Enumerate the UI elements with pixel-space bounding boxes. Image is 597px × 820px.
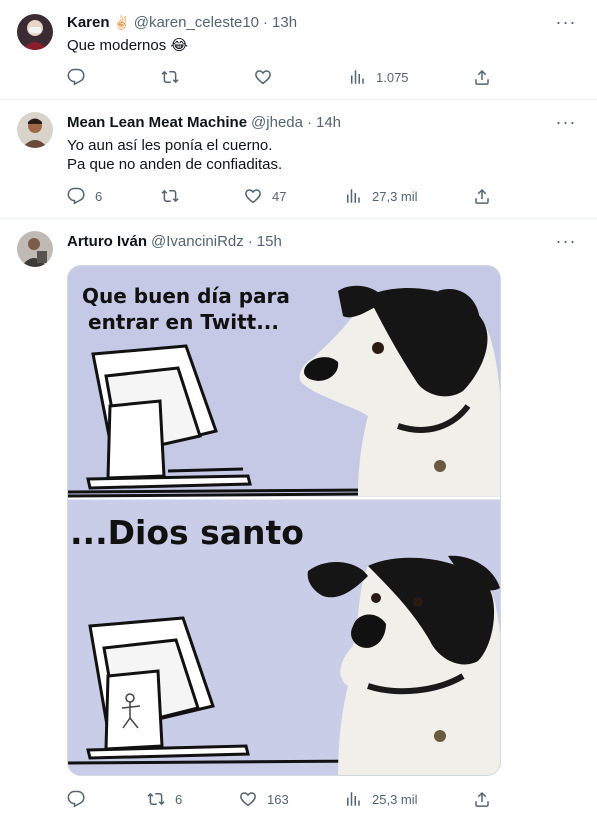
reply-button[interactable] <box>67 67 95 87</box>
retweet-count: 6 <box>175 791 183 807</box>
meme-image[interactable]: Que buen día para entrar en Twitt... ...… <box>67 265 501 776</box>
views-button[interactable]: 27,3 mil <box>344 186 418 206</box>
reply-count: 6 <box>95 188 103 204</box>
action-bar: 6 163 25,3 mil <box>67 789 497 809</box>
tweet-jheda[interactable]: Mean Lean Meat Machine @jheda · 14h ··· … <box>0 100 597 219</box>
name-emoji: ✌🏻 <box>113 15 130 30</box>
tweet-text: Yo aun así les ponía el cuerno. Pa que n… <box>67 136 282 174</box>
timestamp[interactable]: 13h <box>272 14 297 32</box>
tweet-header: Karen ✌🏻 @karen_celeste10 · 13h <box>67 14 297 32</box>
meme-top-text: Que buen día para entrar en Twitt... <box>82 283 322 335</box>
tweet-karen[interactable]: Karen ✌🏻 @karen_celeste10 · 13h ··· Que … <box>0 0 597 100</box>
retweet-icon <box>161 187 179 205</box>
more-icon[interactable]: ··· <box>554 12 578 32</box>
like-icon <box>239 790 257 808</box>
retweet-button[interactable] <box>161 186 189 206</box>
tweet-text-line: Que modernos 😂 <box>67 37 188 54</box>
share-button[interactable] <box>473 67 491 87</box>
share-button[interactable] <box>473 186 491 206</box>
reply-icon <box>67 790 85 808</box>
like-icon <box>254 68 272 86</box>
share-icon <box>473 68 491 86</box>
reply-icon <box>67 187 85 205</box>
display-name[interactable]: Mean Lean Meat Machine <box>67 114 247 132</box>
tweet-text-line: Pa que no anden de confiaditas. <box>67 156 283 173</box>
reply-icon <box>67 68 85 86</box>
views-count: 1.075 <box>376 69 409 85</box>
share-icon <box>473 187 491 205</box>
separator: · <box>247 233 253 250</box>
share-button[interactable] <box>473 789 491 809</box>
views-button[interactable]: 1.075 <box>348 67 409 87</box>
display-name[interactable]: Arturo Iván <box>67 233 147 251</box>
tweet-header: Mean Lean Meat Machine @jheda · 14h <box>67 114 341 132</box>
like-count: 47 <box>272 188 287 204</box>
views-button[interactable]: 25,3 mil <box>344 789 418 809</box>
handle[interactable]: @IvanciniRdz <box>151 233 244 251</box>
views-count: 25,3 mil <box>372 791 418 807</box>
views-icon <box>344 790 362 808</box>
avatar[interactable] <box>17 112 53 148</box>
like-icon <box>244 187 262 205</box>
meme-top-line: Que buen día para <box>82 284 290 308</box>
reply-button[interactable]: 6 <box>67 186 102 206</box>
handle[interactable]: @karen_celeste10 <box>134 14 259 32</box>
retweet-icon <box>161 68 179 86</box>
meme-top-line: entrar en Twitt... <box>88 310 280 334</box>
separator: · <box>263 14 269 31</box>
retweet-icon <box>147 790 165 808</box>
like-button[interactable] <box>254 67 282 87</box>
separator: · <box>306 114 312 131</box>
retweet-button[interactable] <box>161 67 189 87</box>
action-bar: 1.075 <box>67 67 497 87</box>
display-name[interactable]: Karen <box>67 14 110 32</box>
meme-bottom-text: ...Dios santo <box>70 513 304 552</box>
views-icon <box>344 187 362 205</box>
action-bar: 6 47 27,3 mil <box>67 186 497 206</box>
retweet-button[interactable]: 6 <box>147 789 182 809</box>
reply-button[interactable] <box>67 789 95 809</box>
tweet-text: Que modernos 😂 <box>67 36 188 55</box>
views-count: 27,3 mil <box>372 188 418 204</box>
timestamp[interactable]: 15h <box>257 233 282 251</box>
like-button[interactable]: 47 <box>244 186 286 206</box>
tweet-text-line: Yo aun así les ponía el cuerno. <box>67 137 273 154</box>
tweet-header: Arturo Iván @IvanciniRdz · 15h <box>67 233 282 251</box>
more-icon[interactable]: ··· <box>554 231 578 251</box>
share-icon <box>473 790 491 808</box>
more-icon[interactable]: ··· <box>554 112 578 132</box>
handle[interactable]: @jheda <box>251 114 303 132</box>
avatar[interactable] <box>17 231 53 267</box>
like-count: 163 <box>267 791 289 807</box>
like-button[interactable]: 163 <box>239 789 289 809</box>
avatar[interactable] <box>17 14 53 50</box>
timestamp[interactable]: 14h <box>316 114 341 132</box>
views-icon <box>348 68 366 86</box>
